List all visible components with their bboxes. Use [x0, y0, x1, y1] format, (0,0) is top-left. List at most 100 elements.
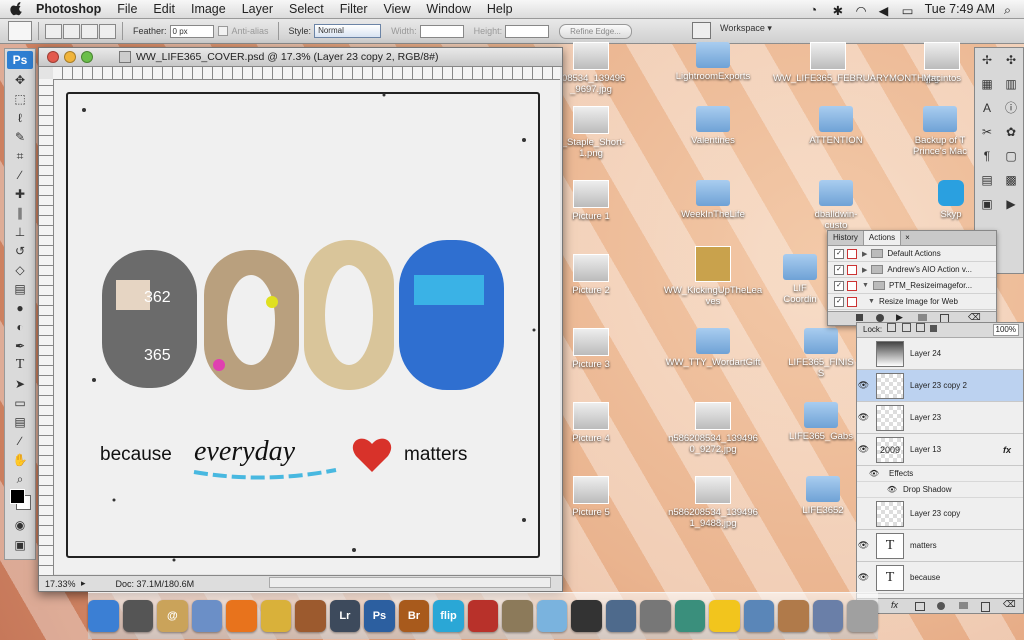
feather-input[interactable]: 0 px: [169, 24, 214, 38]
lasso-tool-icon[interactable]: ℓ: [10, 109, 30, 127]
move-tool-icon[interactable]: ✥: [10, 71, 30, 89]
navigator-icon[interactable]: ✢: [978, 51, 996, 69]
dock-app-icon[interactable]: [191, 600, 223, 632]
menu-edit[interactable]: Edit: [145, 0, 183, 18]
zoom-level[interactable]: 17.33%: [39, 579, 81, 589]
layer-row[interactable]: 👁 Layer 23 copy 2: [857, 370, 1023, 402]
brush-tool-icon[interactable]: ∥: [10, 204, 30, 222]
workspace-menu[interactable]: Workspace ▾: [720, 23, 772, 34]
add-selection-button[interactable]: [63, 23, 80, 39]
collapse-triangle-icon[interactable]: ▼: [862, 282, 869, 289]
dock-app-icon[interactable]: [295, 600, 326, 632]
crop-tool-icon[interactable]: ⌗: [10, 147, 30, 165]
dock-app-icon[interactable]: flip: [433, 600, 464, 632]
desktop-icon[interactable]: Backup of T Prince's Mac: [905, 106, 975, 157]
dock-app-icon[interactable]: [743, 600, 775, 632]
close-tab-icon[interactable]: ×: [901, 231, 914, 245]
bridge-icon[interactable]: [692, 22, 711, 39]
spotlight-icon[interactable]: ⌕: [1004, 3, 1018, 17]
menu-help[interactable]: Help: [479, 0, 521, 18]
eyedropper-tool-icon[interactable]: ∕: [10, 166, 30, 184]
desktop-icon[interactable]: Valentines: [667, 106, 759, 146]
desktop-icon[interactable]: LIFE365_FINIS S: [780, 328, 862, 379]
histogram-icon[interactable]: ▦: [978, 75, 996, 93]
marquee-tool-icon[interactable]: ⬚: [10, 90, 30, 108]
dock-app-icon[interactable]: [605, 600, 637, 632]
dock-app-icon[interactable]: [122, 600, 154, 632]
layer-row[interactable]: Layer 23 copy: [857, 498, 1023, 530]
layer-name[interactable]: Layer 23: [910, 413, 941, 422]
blur-tool-icon[interactable]: ●: [10, 299, 30, 317]
lock-transparency-icon[interactable]: [887, 323, 897, 332]
dialog-toggle[interactable]: [847, 248, 857, 259]
ps-logo[interactable]: Ps: [7, 51, 33, 69]
eraser-tool-icon[interactable]: ◇: [10, 261, 30, 279]
action-row[interactable]: ✓ ▼ Resize Image for Web: [828, 294, 996, 310]
desktop-icon[interactable]: LIFE365_Gabs: [780, 402, 862, 442]
effects-row[interactable]: 👁 Effects: [857, 466, 1023, 482]
tab-actions[interactable]: Actions: [863, 231, 902, 245]
eye-icon[interactable]: 👁: [857, 572, 870, 583]
delete-layer-icon[interactable]: ⌫: [1003, 599, 1016, 610]
layer-comps-icon[interactable]: ▥: [1002, 75, 1020, 93]
menu-filter[interactable]: Filter: [332, 0, 376, 18]
paragraph-icon[interactable]: ¶: [978, 147, 996, 165]
dock-app-icon[interactable]: Ps: [364, 600, 395, 632]
expand-triangle-icon[interactable]: ▶: [862, 266, 867, 274]
character-icon[interactable]: A: [978, 99, 996, 117]
dock-app-icon[interactable]: [260, 600, 292, 632]
dock-app-icon[interactable]: Lr: [329, 600, 361, 632]
refine-edge-button[interactable]: Refine Edge...: [559, 23, 632, 39]
intersect-selection-button[interactable]: [99, 23, 116, 39]
dock-app-icon[interactable]: [674, 600, 706, 632]
style-select[interactable]: Normal: [314, 24, 382, 38]
zoom-tool-icon[interactable]: ⌕: [10, 470, 30, 488]
desktop-icon[interactable]: LIF Coordin: [770, 254, 830, 305]
apple-icon[interactable]: [10, 2, 24, 16]
menu-file[interactable]: File: [109, 0, 145, 18]
type-tool-icon[interactable]: T: [10, 356, 30, 374]
dock-app-icon[interactable]: @: [157, 600, 188, 632]
horizontal-scrollbar[interactable]: [269, 577, 551, 588]
quick-select-tool-icon[interactable]: ✎: [10, 128, 30, 146]
desktop-icon[interactable]: Skyp: [928, 180, 974, 220]
bluetooth-icon[interactable]: ✱: [833, 3, 847, 18]
menu-layer[interactable]: Layer: [234, 0, 281, 18]
collapse-triangle-icon[interactable]: ▼: [868, 298, 875, 305]
notes-tool-icon[interactable]: ▤: [10, 413, 30, 431]
layer-row[interactable]: 👁 Tbecause: [857, 562, 1023, 594]
width-input[interactable]: [419, 24, 464, 38]
action-checkbox[interactable]: ✓: [834, 248, 844, 259]
layer-row[interactable]: 👁 2009 Layer 13 fx: [857, 434, 1023, 466]
new-group-icon[interactable]: [959, 602, 968, 609]
minimize-window-button[interactable]: [64, 51, 76, 63]
layer-name[interactable]: Layer 13: [910, 445, 941, 454]
action-checkbox[interactable]: ✓: [834, 264, 844, 275]
dock-app-icon[interactable]: [571, 600, 602, 632]
dock-app-icon[interactable]: [88, 600, 119, 632]
desktop-icon[interactable]: ATTENTION: [790, 106, 882, 146]
dialog-toggle[interactable]: [847, 280, 857, 291]
menu-app-name[interactable]: Photoshop: [28, 0, 109, 18]
menu-select[interactable]: Select: [281, 0, 332, 18]
desktop-icon[interactable]: LIFE3652: [790, 476, 856, 516]
tool-preset-picker[interactable]: [8, 21, 32, 41]
dock-app-icon[interactable]: Br: [398, 600, 430, 632]
new-selection-button[interactable]: [45, 23, 62, 39]
add-mask-icon[interactable]: [915, 602, 925, 611]
info-circle-icon[interactable]: ⓘ: [1002, 99, 1020, 117]
stop-icon[interactable]: [856, 314, 863, 321]
dialog-toggle[interactable]: [847, 296, 857, 307]
swatches-icon[interactable]: ✿: [1002, 123, 1020, 141]
eye-icon[interactable]: 👁: [857, 412, 870, 423]
desktop-icon[interactable]: WW_TTY_WordartGift: [657, 328, 769, 368]
desktop-icon[interactable]: WW_KickingUpTheLea ves: [660, 246, 766, 307]
action-checkbox[interactable]: ✓: [834, 296, 844, 307]
document-canvas[interactable]: 362 365 because everyday matters: [54, 80, 560, 574]
antialias-checkbox[interactable]: [217, 26, 228, 36]
info-icon[interactable]: ✣: [1002, 51, 1020, 69]
quick-mask-icon[interactable]: ◉: [10, 516, 30, 534]
dock-app-icon[interactable]: [536, 600, 568, 632]
eyedropper2-tool-icon[interactable]: ∕: [10, 432, 30, 450]
path-select-tool-icon[interactable]: ➤: [10, 375, 30, 393]
